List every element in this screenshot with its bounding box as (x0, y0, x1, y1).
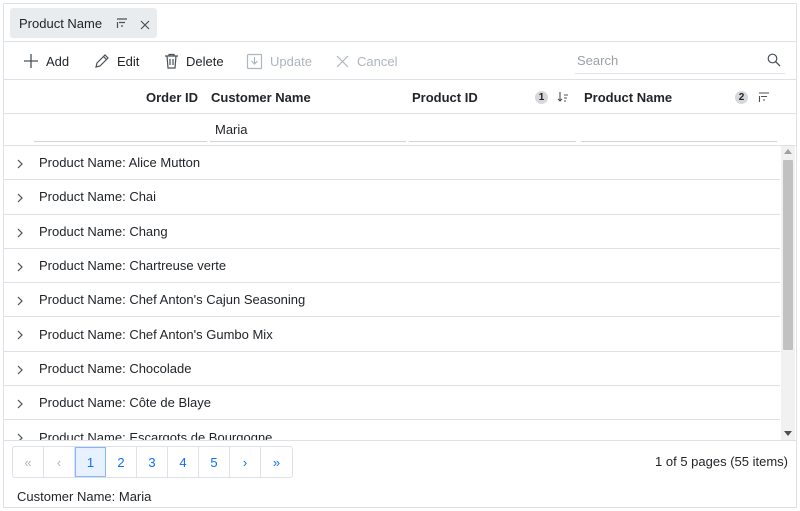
group-row[interactable]: Product Name: Côte de Blaye (4, 386, 780, 421)
sort-descending-icon (557, 91, 569, 106)
add-button[interactable]: Add (23, 42, 69, 80)
edit-button[interactable]: Edit (93, 42, 139, 80)
group-caption: Product Name: Chang (39, 223, 168, 239)
group-caption: Product Name: Chef Anton's Gumbo Mix (39, 326, 273, 342)
group-caption: Product Name: Escargots de Bourgogne (39, 429, 273, 440)
pager: « ‹ 1 2 3 4 5 › » 1 of 5 pages (55 items… (4, 440, 796, 507)
column-header-product-id[interactable]: Product ID 1 (411, 80, 579, 114)
cancel-button-label: Cancel (357, 53, 398, 69)
close-icon[interactable] (140, 18, 150, 30)
column-header-label: Product ID (412, 89, 478, 105)
filter-row (4, 114, 796, 146)
page-button[interactable]: 3 (137, 447, 168, 477)
group-row[interactable]: Product Name: Chocolade (4, 352, 780, 387)
group-chip-label: Product Name (19, 15, 103, 31)
column-header-label: Order ID (145, 89, 198, 105)
chevron-right-icon[interactable] (16, 157, 24, 172)
search-input[interactable] (575, 48, 757, 72)
product-id-filter (409, 118, 576, 142)
column-header-row: Order ID Customer Name Product ID 1 Prod… (4, 80, 796, 114)
scrollbar-thumb[interactable] (783, 160, 793, 350)
pager-buttons: « ‹ 1 2 3 4 5 › » (12, 446, 293, 478)
chevron-right-icon[interactable] (16, 191, 24, 206)
group-caption: Product Name: Côte de Blaye (39, 395, 211, 411)
customer-name-filter (210, 118, 406, 142)
save-icon (246, 53, 263, 69)
chevron-right-icon[interactable] (16, 397, 24, 412)
plus-icon (24, 54, 38, 68)
sort-order-badge: 2 (735, 90, 748, 104)
product-id-filter-input[interactable] (409, 118, 576, 140)
sort-order-badge: 1 (535, 90, 548, 104)
order-id-filter-input[interactable] (34, 118, 207, 140)
chevron-right-icon[interactable] (16, 294, 24, 309)
edit-button-label: Edit (117, 53, 140, 69)
column-header-customer-name[interactable]: Customer Name (210, 80, 406, 114)
filter-status-text: Customer Name: Maria (17, 489, 152, 504)
chevron-right-icon[interactable] (16, 226, 24, 241)
next-page-button[interactable]: › (230, 447, 261, 477)
delete-button[interactable]: Delete (164, 42, 224, 80)
vertical-scrollbar[interactable] (781, 146, 795, 440)
chevron-right-icon[interactable] (16, 431, 24, 440)
group-caption: Product Name: Chef Anton's Cajun Seasoni… (39, 292, 306, 308)
group-caption: Product Name: Alice Mutton (39, 155, 201, 171)
page-button[interactable]: 5 (199, 447, 230, 477)
add-button-label: Add (46, 53, 70, 69)
pencil-icon (95, 53, 109, 68)
group-drop-area: Product Name (4, 4, 796, 42)
data-grid: Product Name Add Edit Delete Update Canc… (3, 3, 797, 508)
toolbar: Add Edit Delete Update Cancel (4, 42, 796, 80)
search-icon[interactable] (767, 53, 781, 70)
grid-body: Product Name: Alice Mutton Product Name:… (4, 146, 780, 440)
sort-ascending-icon (758, 91, 770, 106)
group-chip-product-name[interactable]: Product Name (10, 8, 157, 38)
column-header-label: Customer Name (211, 89, 311, 105)
chevron-right-icon[interactable] (16, 363, 24, 378)
sort-ascending-icon[interactable] (116, 17, 128, 29)
cancel-button[interactable]: Cancel (335, 42, 397, 80)
update-button[interactable]: Update (246, 42, 312, 80)
group-row[interactable]: Product Name: Chang (4, 215, 780, 249)
search-box (575, 48, 785, 74)
product-name-filter-input[interactable] (581, 118, 777, 140)
page-button[interactable]: 1 (75, 447, 106, 477)
group-row[interactable]: Product Name: Chef Anton's Cajun Seasoni… (4, 283, 780, 318)
scroll-down-arrow-icon[interactable] (784, 431, 792, 436)
first-page-button[interactable]: « (13, 447, 44, 477)
group-row[interactable]: Product Name: Escargots de Bourgogne (4, 420, 780, 440)
trash-icon (165, 53, 178, 69)
column-header-label: Product Name (584, 89, 673, 105)
column-header-order-id[interactable]: Order ID (34, 80, 207, 114)
column-header-product-name[interactable]: Product Name 2 (583, 80, 781, 114)
page-button[interactable]: 4 (168, 447, 199, 477)
order-id-filter (34, 118, 207, 142)
customer-name-filter-input[interactable] (210, 118, 406, 140)
previous-page-button[interactable]: ‹ (44, 447, 75, 477)
chevron-right-icon[interactable] (16, 260, 24, 275)
group-caption: Product Name: Chocolade (39, 360, 192, 376)
update-button-label: Update (270, 53, 312, 69)
group-caption: Product Name: Chartreuse verte (39, 258, 227, 274)
delete-button-label: Delete (186, 53, 224, 69)
chevron-right-icon[interactable] (16, 328, 24, 343)
page-button[interactable]: 2 (106, 447, 137, 477)
group-row[interactable]: Product Name: Chartreuse verte (4, 249, 780, 284)
pager-info: 1 of 5 pages (55 items) (655, 454, 788, 469)
product-name-filter (581, 118, 777, 142)
scroll-up-arrow-icon[interactable] (784, 149, 792, 154)
close-icon (336, 55, 349, 67)
group-row[interactable]: Product Name: Chai (4, 180, 780, 215)
group-row[interactable]: Product Name: Alice Mutton (4, 146, 780, 181)
group-caption: Product Name: Chai (39, 189, 157, 205)
group-row[interactable]: Product Name: Chef Anton's Gumbo Mix (4, 317, 780, 352)
last-page-button[interactable]: » (261, 447, 292, 477)
